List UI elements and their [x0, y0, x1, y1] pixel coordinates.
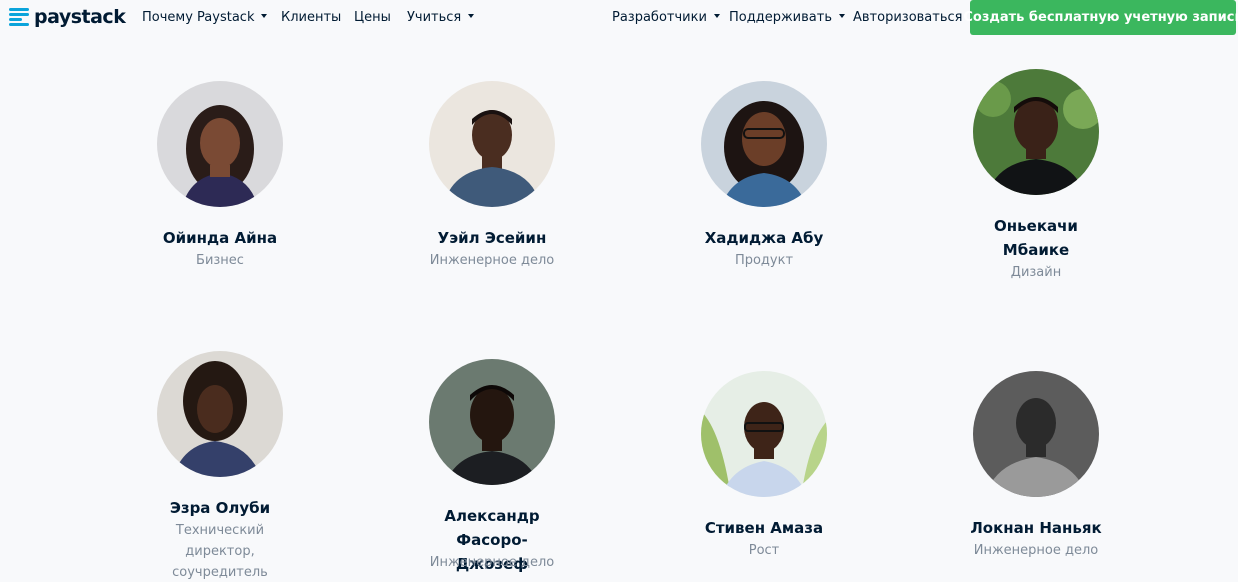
- member-name: Оньекачи Мбаике: [916, 214, 1156, 262]
- member-name: Локнан Наньяк: [970, 519, 1102, 537]
- chevron-down-icon: [713, 13, 720, 18]
- member-role: Бизнес: [196, 253, 244, 268]
- chevron-down-icon: [468, 13, 475, 18]
- nav-learn-label: Учиться: [407, 10, 462, 25]
- nav-developers-label: Разработчики: [612, 10, 707, 25]
- nav-developers[interactable]: Разработчики: [612, 9, 720, 26]
- avatar: [973, 371, 1099, 497]
- nav-learn[interactable]: Учиться: [407, 9, 475, 26]
- member-name: Ойинда Айна: [162, 229, 278, 247]
- member-role: Дизайн: [1010, 265, 1062, 280]
- nav-support-label: Поддерживать: [729, 10, 832, 25]
- nav-pricing-label: Цены: [354, 10, 391, 25]
- nav-why-paystack[interactable]: Почему Paystack: [142, 9, 268, 26]
- member-role: Технический директор, соучредитель: [100, 520, 340, 582]
- paystack-logo-icon: [9, 8, 29, 26]
- nav-customers[interactable]: Клиенты: [281, 9, 341, 26]
- member-role: Инженерное дело: [973, 543, 1099, 558]
- avatar: [157, 81, 283, 207]
- nav-customers-label: Клиенты: [281, 10, 342, 25]
- top-navigation: paystack Почему Paystack Клиенты Цены Уч…: [0, 0, 1238, 36]
- nav-why-paystack-label: Почему Paystack: [142, 10, 255, 25]
- nav-support[interactable]: Поддерживать: [729, 9, 845, 26]
- brand-name: paystack: [34, 6, 126, 28]
- chevron-down-icon: [838, 13, 845, 18]
- nav-login-label: Авторизоваться: [853, 10, 963, 25]
- nav-login[interactable]: Авторизоваться: [853, 9, 962, 26]
- member-role: Продукт: [734, 253, 794, 268]
- paystack-logo[interactable]: paystack: [9, 6, 126, 28]
- member-name: Стивен Амаза: [704, 519, 824, 537]
- nav-pricing[interactable]: Цены: [354, 9, 391, 26]
- member-name: Уэйл Эсейин: [437, 229, 547, 247]
- avatar: [973, 69, 1099, 195]
- member-name-text: Оньекачи Мбаике: [994, 217, 1078, 259]
- member-name: Эзра Олуби: [169, 499, 271, 517]
- member-role: Инженерное дело: [429, 555, 555, 570]
- avatar: [157, 351, 283, 477]
- create-free-account-button[interactable]: Создать бесплатную учетную запись: [963, 0, 1238, 35]
- member-role-text: Технический директор, соучредитель: [172, 523, 268, 580]
- member-role: Рост: [748, 543, 780, 558]
- member-role: Инженерное дело: [429, 253, 555, 268]
- avatar: [701, 81, 827, 207]
- avatar: [701, 371, 827, 497]
- member-name: Хадиджа Абу: [704, 229, 824, 247]
- avatar: [429, 81, 555, 207]
- avatar: [429, 359, 555, 485]
- chevron-down-icon: [261, 13, 268, 18]
